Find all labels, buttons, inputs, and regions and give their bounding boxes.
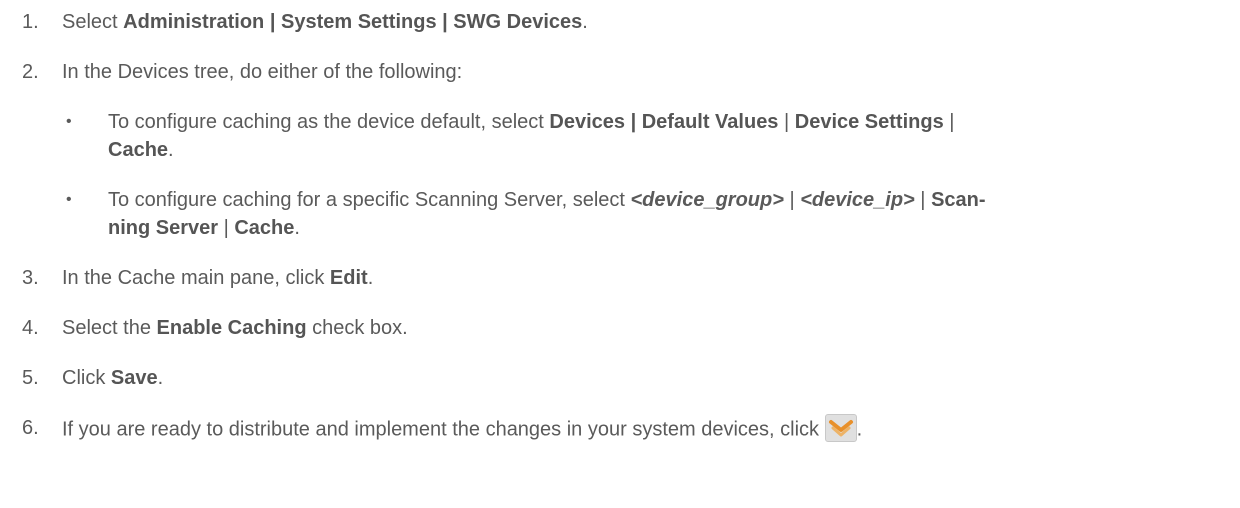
step-number: 5. — [22, 367, 39, 389]
menu-path: Administration | System Settings | SWG D… — [123, 11, 583, 33]
bullet-icon: • — [66, 191, 72, 208]
bullet-text: To configure caching as the device defau… — [108, 111, 550, 133]
step-text: In the Devices tree, do either of the fo… — [62, 61, 463, 83]
step-text: Select — [62, 11, 124, 33]
menu-path-devices-default-values: Devices | Default Values — [549, 111, 779, 133]
menu-path-scanning-server-part1: Scan- — [931, 189, 986, 211]
step-text: Click — [62, 367, 111, 389]
edit-label: Edit — [329, 267, 368, 289]
step-number: 6. — [22, 417, 39, 439]
step-number: 3. — [22, 267, 39, 289]
menu-path-cache: Cache — [234, 217, 295, 239]
step-number: 4. — [22, 317, 39, 339]
device-ip-placeholder: <device_ip> — [800, 189, 915, 211]
step-number: 2. — [22, 61, 39, 83]
distribute-changes-icon — [824, 414, 857, 442]
menu-path-scanning-server-part2: ning Server — [108, 217, 219, 239]
step-text: In the Cache main pane, click — [62, 267, 330, 289]
menu-path-device-settings: Device Settings — [794, 111, 944, 133]
save-label: Save — [110, 367, 158, 389]
device-group-placeholder: <device_group> — [630, 189, 784, 211]
enable-caching-label: Enable Caching — [156, 317, 307, 339]
bullet-icon: • — [66, 113, 72, 130]
bullet-text: To configure caching for a specific Scan… — [108, 189, 631, 211]
step-number: 1. — [22, 11, 39, 33]
step-text: Select the — [62, 317, 157, 339]
menu-path-cache: Cache — [108, 139, 169, 161]
step-text: If you are ready to distribute and imple… — [62, 418, 825, 441]
